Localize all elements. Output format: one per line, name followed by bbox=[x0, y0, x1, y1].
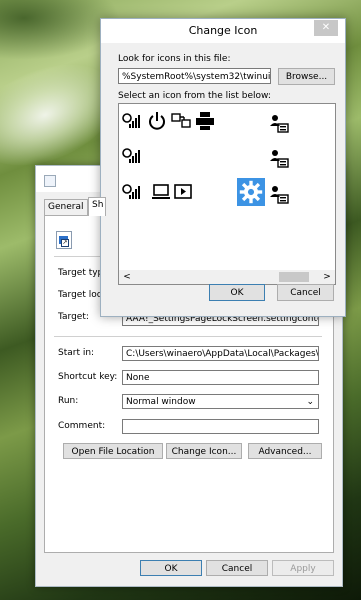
icon-list[interactable]: < > bbox=[118, 103, 336, 285]
signal-sync-icon[interactable] bbox=[121, 111, 141, 131]
tab-shortcut[interactable]: Sh bbox=[88, 197, 106, 216]
advanced-button[interactable]: Advanced... bbox=[248, 443, 322, 459]
ok-button[interactable]: OK bbox=[140, 560, 202, 576]
network-adapter-icon[interactable] bbox=[171, 111, 191, 131]
scroll-left-arrow[interactable]: < bbox=[121, 271, 133, 283]
look-for-icons-label: Look for icons in this file: bbox=[118, 54, 231, 64]
start-in-field[interactable]: C:\Users\winaero\AppData\Local\Packages\… bbox=[122, 346, 319, 361]
user-card-icon[interactable] bbox=[269, 113, 289, 133]
shortcut-arrow-icon: ↗ bbox=[61, 239, 69, 247]
change-icon-title-bar[interactable]: Change Icon ✕ bbox=[101, 19, 345, 43]
signal-sync-icon[interactable] bbox=[121, 146, 141, 166]
open-file-location-button[interactable]: Open File Location bbox=[63, 443, 163, 459]
settings-gear-icon[interactable] bbox=[237, 178, 265, 206]
chevron-down-icon: ⌄ bbox=[306, 397, 314, 407]
cast-icon[interactable] bbox=[173, 182, 193, 202]
apply-button[interactable]: Apply bbox=[272, 560, 334, 576]
scroll-right-arrow[interactable]: > bbox=[321, 271, 333, 283]
icon-file-path-input[interactable]: %SystemRoot%\system32\twinui.dll bbox=[118, 68, 271, 84]
scrollbar-thumb[interactable] bbox=[279, 272, 309, 282]
laptop-icon[interactable] bbox=[151, 182, 171, 202]
dialog-title: Change Icon bbox=[188, 24, 258, 37]
close-button[interactable]: ✕ bbox=[314, 20, 338, 36]
power-icon[interactable] bbox=[147, 111, 167, 131]
change-icon-button[interactable]: Change Icon... bbox=[166, 443, 242, 459]
printer-icon[interactable] bbox=[195, 111, 215, 131]
close-icon: ✕ bbox=[321, 22, 331, 33]
shortcut-icon bbox=[44, 175, 56, 187]
comment-field[interactable] bbox=[122, 419, 319, 434]
browse-button[interactable]: Browse... bbox=[278, 68, 335, 85]
run-select-value: Normal window bbox=[126, 397, 196, 407]
change-icon-dialog: Change Icon ✕ Look for icons in this fil… bbox=[100, 18, 346, 317]
ok-button[interactable]: OK bbox=[209, 284, 265, 301]
cancel-button[interactable]: Cancel bbox=[206, 560, 268, 576]
icon-list-scrollbar[interactable]: < > bbox=[119, 270, 335, 284]
comment-label: Comment: bbox=[58, 421, 106, 431]
user-card-icon[interactable] bbox=[269, 148, 289, 168]
start-in-label: Start in: bbox=[58, 348, 95, 358]
signal-sync-icon[interactable] bbox=[121, 182, 141, 202]
run-select[interactable]: Normal window ⌄ bbox=[122, 394, 319, 409]
run-label: Run: bbox=[58, 396, 79, 406]
shortcut-key-field[interactable]: None bbox=[122, 370, 319, 385]
tab-general[interactable]: General bbox=[44, 199, 88, 215]
select-icon-label: Select an icon from the list below: bbox=[118, 91, 271, 101]
divider bbox=[54, 336, 322, 337]
cancel-button[interactable]: Cancel bbox=[277, 284, 334, 301]
target-label: Target: bbox=[58, 312, 89, 322]
shortcut-key-label: Shortcut key: bbox=[58, 372, 118, 382]
user-card-icon[interactable] bbox=[269, 184, 289, 204]
